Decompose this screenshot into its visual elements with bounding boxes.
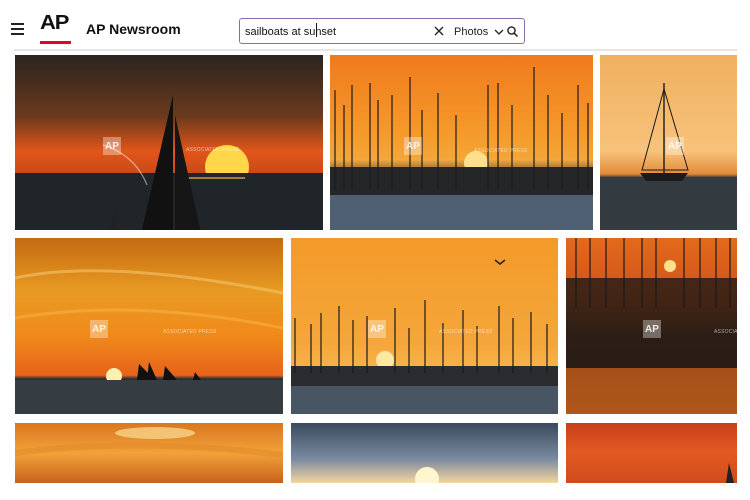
ap-watermark: AP xyxy=(103,137,121,155)
cloudy-sunset-photo xyxy=(15,423,283,483)
photo-result[interactable] xyxy=(291,238,558,414)
photo-result[interactable] xyxy=(15,55,323,230)
watermark-text: ASSOCIATED PRESS xyxy=(439,329,493,335)
ap-logo[interactable]: AP xyxy=(40,13,72,45)
photo-result[interactable] xyxy=(291,423,558,483)
watermark-text: ASSOCIATED PRESS xyxy=(163,329,217,335)
watermark-text: ASSOCIATED PRESS xyxy=(186,147,240,153)
brand-name[interactable]: AP Newsroom xyxy=(86,21,181,37)
logo-underline xyxy=(40,41,71,44)
content-type-select[interactable]: Photos xyxy=(454,24,504,40)
photo-result[interactable] xyxy=(330,55,593,230)
sailboat-sunset-photo xyxy=(15,55,323,230)
watermark-text: ASSOCIATED PRESS xyxy=(474,148,528,154)
logo-text: AP xyxy=(40,12,69,34)
harbor-masts-photo xyxy=(291,238,558,414)
red-sky-photo xyxy=(566,423,737,483)
ap-watermark: AP xyxy=(368,320,386,338)
search-bar: Photos xyxy=(239,18,525,44)
search-input[interactable] xyxy=(245,23,425,40)
search-icon[interactable] xyxy=(506,25,519,38)
hamburger-menu-icon[interactable] xyxy=(11,22,25,36)
header-divider xyxy=(14,49,737,51)
tall-ships-sunset-photo xyxy=(15,238,283,414)
watermark-text: ASSOCIATED PRESS xyxy=(714,329,750,335)
photo-result[interactable] xyxy=(566,423,737,483)
dusk-sky-photo xyxy=(291,423,558,483)
photo-result[interactable] xyxy=(15,238,283,414)
text-cursor xyxy=(316,23,317,37)
top-bar: AP AP Newsroom Photos xyxy=(0,0,750,50)
chevron-down-icon xyxy=(494,29,504,35)
ap-watermark: AP xyxy=(643,320,661,338)
photo-result[interactable] xyxy=(15,423,283,483)
content-type-label: Photos xyxy=(454,26,489,38)
marina-sunset-photo xyxy=(330,55,593,230)
ap-watermark: AP xyxy=(90,320,108,338)
ap-watermark: AP xyxy=(666,137,684,155)
close-icon[interactable] xyxy=(432,24,446,38)
ap-watermark: AP xyxy=(404,137,422,155)
